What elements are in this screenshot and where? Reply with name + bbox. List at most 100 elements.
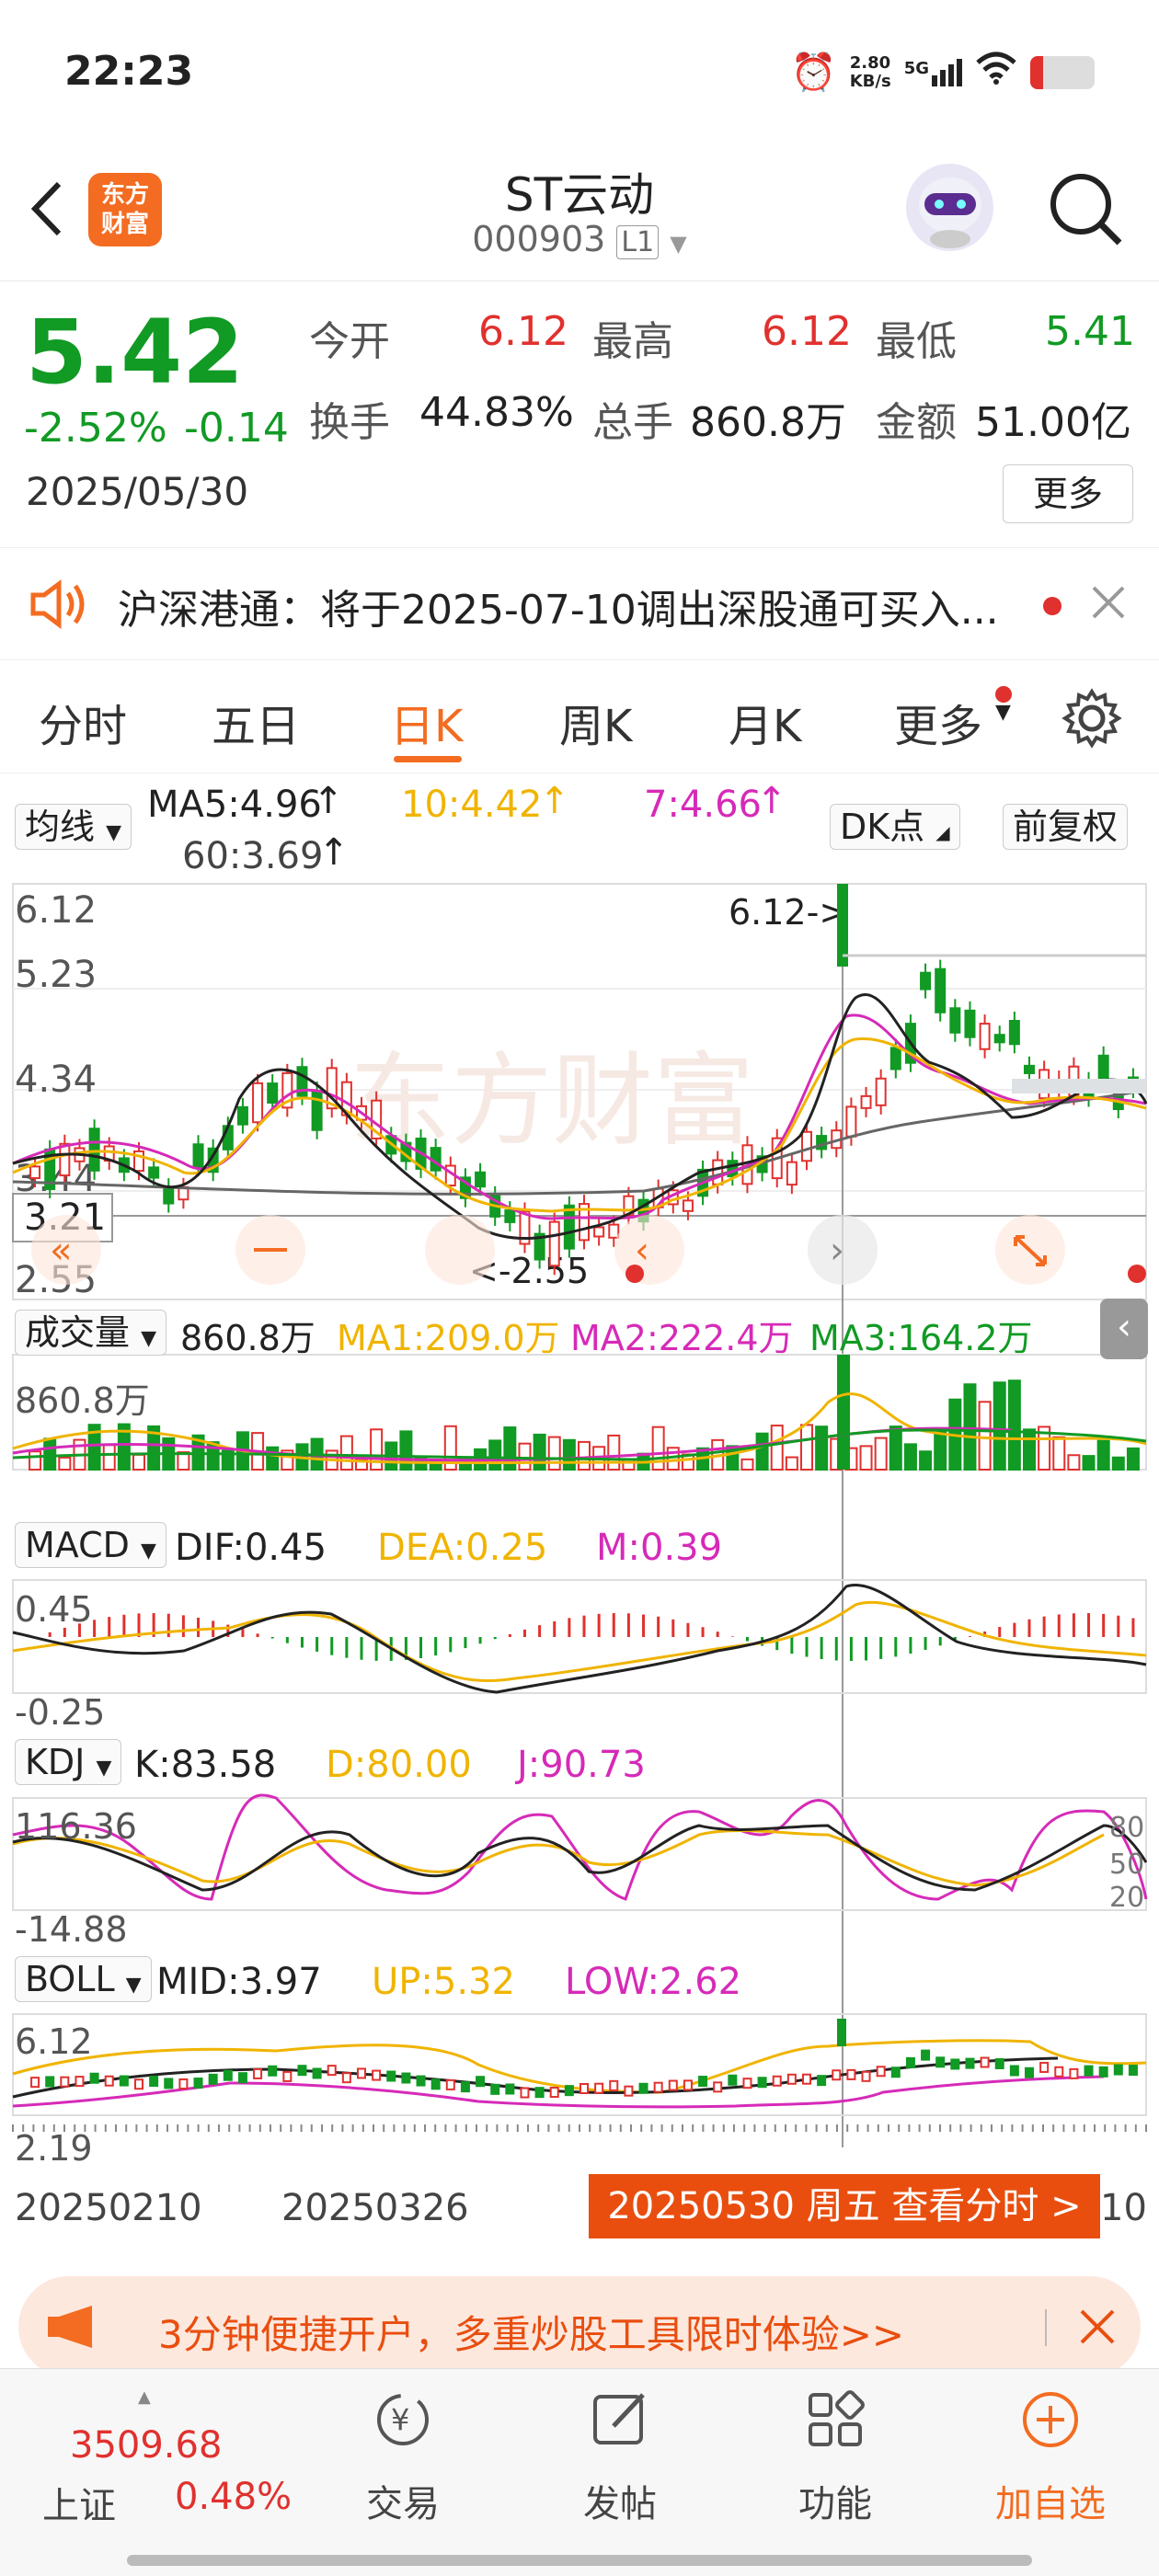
tab-weekly-k[interactable]: 周K [559, 690, 632, 754]
boll-candle [312, 2067, 322, 2079]
volume-bar [518, 1442, 532, 1471]
ma7-arrow: ↑ [756, 780, 787, 822]
tab-intraday[interactable]: 分时 [39, 690, 127, 754]
kdj-select[interactable]: KDJ ▼ [15, 1739, 122, 1785]
boll-candle [490, 2083, 500, 2095]
boll-candle [1009, 2065, 1019, 2077]
candle-body [593, 1226, 605, 1238]
boll-candle [772, 2075, 782, 2087]
candle-body [801, 1130, 812, 1162]
notice-text: 沪深港通：将于2025-07-10调出深股通可买入... [118, 587, 999, 634]
kdj-j-line [12, 1793, 1148, 1901]
volume-bar [651, 1425, 665, 1471]
boll-candle [1025, 2067, 1034, 2078]
candle-body [548, 1220, 560, 1267]
candle-body [252, 1082, 264, 1124]
kline-watermark: 东方财富 [350, 1045, 754, 1158]
high-value: 6.12 [762, 308, 852, 355]
ma5-value: MA5:4.96 [147, 784, 322, 826]
more-dot [995, 686, 1012, 703]
nav-trade-label: 交易 [366, 2483, 440, 2525]
tab-daily-k[interactable]: 日K [390, 690, 463, 754]
ma-select-label: 均线 [25, 807, 96, 847]
boll-candle [580, 2082, 589, 2094]
vol-select[interactable]: 成交量 ▼ [15, 1304, 167, 1356]
date-popup-button[interactable]: 20250530 周五 查看分时 > [589, 2174, 1100, 2238]
volume-bar [755, 1432, 769, 1471]
boll-candle [564, 2085, 574, 2097]
robot-avatar-icon[interactable] [906, 164, 993, 251]
candle-body [563, 1204, 575, 1250]
candle-body [920, 971, 932, 990]
svg-text:¥: ¥ [391, 2402, 409, 2437]
tab-more[interactable]: 更多 [894, 690, 982, 754]
low-label: 最低 [876, 318, 957, 365]
boll-candle [1069, 2067, 1079, 2079]
macd-select[interactable]: MACD ▼ [15, 1522, 166, 1568]
battery-icon [1030, 55, 1095, 89]
notice-bar[interactable]: 沪深港通：将于2025-07-10调出深股通可买入... [0, 549, 1159, 660]
volume-bar [1126, 1447, 1140, 1471]
open-value: 6.12 [478, 308, 568, 355]
macd-m: M:0.39 [596, 1527, 723, 1569]
kline-y3: 4.34 [15, 1059, 97, 1101]
boll-candle [549, 2087, 559, 2099]
nav-trade[interactable]: ¥ 交易 [339, 2387, 467, 2527]
kdj-d: D:80.00 [326, 1744, 472, 1786]
dk-button[interactable]: DK点 ◢ [830, 798, 960, 850]
boll-candle [45, 2076, 55, 2088]
tab-five-day[interactable]: 五日 [212, 690, 300, 754]
macd-bars [48, 1613, 1135, 1661]
candle-body [1024, 1064, 1035, 1074]
boll-candle [624, 2085, 634, 2097]
promo-banner[interactable]: 3分钟便捷开户，多重炒股工具限时体验>> [18, 2276, 1141, 2377]
high-label: 最高 [592, 318, 673, 365]
boll-candle [268, 2065, 278, 2077]
boll-select[interactable]: BOLL ▼ [15, 1956, 152, 2002]
candle-body [1008, 1019, 1020, 1046]
amount-label: 金额 [876, 399, 957, 446]
volume-bar [889, 1425, 902, 1471]
settings-gear-icon[interactable] [1061, 688, 1122, 752]
candle-body [192, 1143, 204, 1168]
promo-divider [1045, 2309, 1047, 2346]
index-widget[interactable]: ▲ 3509.68 上证 0.48% [37, 2387, 313, 2527]
candle-body [608, 1223, 620, 1239]
tab-monthly-k[interactable]: 月K [729, 690, 801, 754]
nav-function[interactable]: 功能 [771, 2387, 900, 2527]
nav-add-watchlist[interactable]: 加自选 [986, 2387, 1115, 2527]
net-speed: 2.80 KB/s [850, 53, 891, 91]
candle-body [88, 1128, 100, 1172]
volume-bar [266, 1446, 280, 1471]
vol-value: 860.8万 [180, 1318, 316, 1358]
boll-candle [653, 2081, 663, 2093]
macd-dea: DEA:0.25 [377, 1527, 548, 1569]
more-button[interactable]: 更多 [1003, 464, 1133, 523]
boll-candle [505, 2083, 515, 2095]
close-icon[interactable] [1090, 584, 1127, 624]
dk-label: DK点 [840, 807, 925, 847]
boll-candle [237, 2072, 247, 2084]
nav-function-label: 功能 [798, 2483, 872, 2525]
boll-candle [386, 2070, 396, 2082]
adjust-button[interactable]: 前复权 [1003, 798, 1129, 850]
candle-body [993, 1034, 1005, 1044]
volume-bar [43, 1437, 57, 1471]
ma-dropdown[interactable]: 均线 ▼ [15, 804, 132, 850]
ma-select[interactable]: 均线 ▼ [15, 798, 132, 850]
boll-candle [698, 2076, 708, 2088]
volume-bar [399, 1430, 413, 1471]
boll-candle [119, 2075, 129, 2087]
volume-bar [919, 1450, 933, 1471]
volume-bar [370, 1428, 384, 1471]
collapse-panel-icon[interactable]: ‹ [1100, 1299, 1148, 1359]
nav-post[interactable]: 发帖 [556, 2387, 684, 2527]
low-value: 5.41 [1045, 308, 1135, 355]
volume-bar [102, 1444, 116, 1471]
volume-bar [1111, 1456, 1125, 1471]
boll-candle [935, 2056, 946, 2068]
search-icon[interactable] [1044, 167, 1127, 254]
promo-close-icon[interactable] [1078, 2307, 1117, 2350]
period-tabs: 分时 五日 日K 周K 月K 更多 ▼ [0, 662, 1159, 773]
candle-body [682, 1199, 694, 1212]
